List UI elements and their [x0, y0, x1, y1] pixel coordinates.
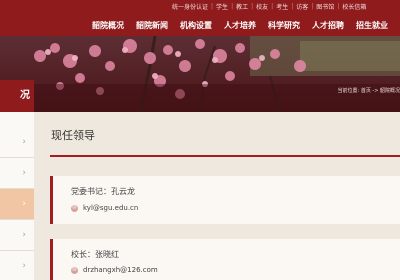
sidebar-title: 况 [0, 80, 34, 112]
leader-email[interactable]: drzhangxh@126.com [83, 266, 158, 274]
mail-icon: ✉ [71, 204, 78, 212]
chevron-right-icon: › [22, 168, 26, 178]
mail-icon: ✉ [71, 266, 78, 274]
nav-item-admissions[interactable]: 招生就业 [356, 20, 388, 32]
sidebar-item-1[interactable]: › [0, 127, 34, 158]
util-link-students[interactable]: 学生 [216, 2, 228, 11]
title-divider [50, 155, 400, 157]
chevron-right-icon: › [22, 261, 26, 271]
sidebar-item-3-active[interactable]: › [0, 189, 34, 220]
leader-card: 党委书记：孔云龙 ✉ kyl@sgu.edu.cn [50, 176, 400, 224]
util-link-staff[interactable]: 教工 [236, 2, 248, 11]
utility-links: 统一身份认证 | 学生 | 教工 | 校友 | 考生 | 访客 | 图书馆 | 校长信箱 [172, 2, 367, 11]
util-link-sso[interactable]: 统一身份认证 [172, 2, 208, 11]
util-link-alumni[interactable]: 校友 [256, 2, 268, 11]
site-header: 统一身份认证 | 学生 | 教工 | 校友 | 考生 | 访客 | 图书馆 | 校长信箱 韶院… [0, 0, 400, 36]
chevron-right-icon: › [22, 230, 26, 240]
chevron-right-icon: › [22, 137, 26, 147]
sidebar-item-2[interactable]: › [0, 158, 34, 189]
util-link-library[interactable]: 图书馆 [316, 2, 334, 11]
leader-email[interactable]: kyl@sgu.edu.cn [83, 204, 138, 212]
util-link-applicants[interactable]: 考生 [276, 2, 288, 11]
blossom-banner-image [0, 36, 400, 112]
util-link-president-mailbox[interactable]: 校长信箱 [342, 2, 366, 11]
util-link-visitors[interactable]: 访客 [296, 2, 308, 11]
nav-item-news[interactable]: 韶院新闻 [136, 20, 168, 32]
main-nav: 韶院概况 韶院新闻 机构设置 人才培养 科学研究 人才招聘 招生就业 合 [92, 20, 400, 32]
leader-email-row: ✉ drzhangxh@126.com [71, 266, 158, 274]
leader-role: 党委书记：孔云龙 [71, 187, 135, 196]
nav-item-overview[interactable]: 韶院概况 [92, 20, 124, 32]
nav-item-recruitment[interactable]: 人才招聘 [312, 20, 344, 32]
nav-item-education[interactable]: 人才培养 [224, 20, 256, 32]
nav-item-research[interactable]: 科学研究 [268, 20, 300, 32]
nav-item-departments[interactable]: 机构设置 [180, 20, 212, 32]
chevron-right-icon: › [22, 199, 26, 209]
leader-email-row: ✉ kyl@sgu.edu.cn [71, 204, 138, 212]
sidebar-item-4[interactable]: › [0, 220, 34, 251]
sidebar-item-5[interactable]: › [0, 251, 34, 280]
breadcrumb: 当前位置: 首页 -> 韶院概况 [337, 88, 400, 94]
leader-role: 校长：张晓红 [71, 250, 119, 259]
leader-card: 校长：张晓红 ✉ drzhangxh@126.com [50, 239, 400, 280]
hero-banner [0, 36, 400, 112]
page-title: 现任领导 [51, 129, 95, 142]
